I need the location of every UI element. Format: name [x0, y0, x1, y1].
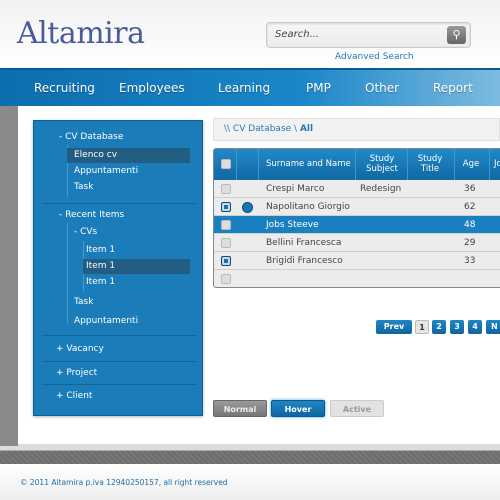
header-job[interactable]: Jo [494, 159, 500, 169]
sidebar-task[interactable]: Task [74, 182, 93, 192]
header: Altamira ⚲ Advanved Search [0, 0, 500, 68]
copyright: © 2011 Altamira p.iva 12940250157, all r… [20, 478, 228, 487]
cell-age: 29 [464, 238, 476, 248]
active-button[interactable]: Active [330, 400, 384, 417]
breadcrumb: \\ CV Database \ All [213, 118, 500, 141]
row-checkbox[interactable] [221, 256, 231, 266]
row-checkbox[interactable] [221, 274, 231, 284]
header-study-subject[interactable]: Study Subject [358, 154, 406, 174]
table-row[interactable] [214, 270, 500, 287]
sidebar-vacancy[interactable]: + Vacancy [56, 344, 104, 354]
sidebar-item-2[interactable]: Item 1 [86, 261, 115, 271]
cell-name: Bellini Francesca [266, 238, 342, 248]
row-checkbox[interactable] [221, 202, 231, 212]
table-row[interactable]: Crespi Marco Redesign 36 [214, 180, 500, 198]
table-row[interactable]: Brigidi Francesco 33 [214, 252, 500, 270]
sidebar-item-1[interactable]: Item 1 [86, 245, 115, 255]
sidebar-appuntamenti[interactable]: Appuntamenti [74, 166, 138, 176]
column-separator [355, 149, 356, 180]
sidebar-project[interactable]: + Project [56, 368, 97, 378]
cell-age: 62 [464, 202, 476, 212]
divider [42, 384, 196, 385]
sidebar-appuntamenti-2[interactable]: Appuntamenti [74, 316, 138, 326]
sidebar-cvs[interactable]: - CVs [74, 227, 97, 237]
breadcrumb-current: All [299, 124, 314, 134]
column-separator [489, 149, 490, 180]
header-name[interactable]: Surname and Name [266, 159, 351, 169]
row-checkbox[interactable] [221, 184, 231, 194]
cv-table: Surname and Name Study Subject Study Tit… [213, 148, 500, 288]
sidebar-item-3[interactable]: Item 1 [86, 277, 115, 287]
select-all-checkbox[interactable] [221, 159, 231, 169]
tree-line [67, 223, 68, 323]
row-checkbox[interactable] [221, 220, 231, 230]
breadcrumb-path[interactable]: \\ CV Database \ [224, 124, 300, 134]
nav-learning[interactable]: Learning [218, 81, 270, 95]
footer-band [0, 450, 500, 464]
search-icon: ⚲ [452, 28, 461, 41]
table-row[interactable]: Napolitano Giorgio 62 [214, 198, 500, 216]
left-strip [0, 106, 18, 446]
column-separator [454, 149, 455, 180]
table-header: Surname and Name Study Subject Study Tit… [214, 149, 500, 180]
row-radio[interactable] [242, 202, 253, 213]
cell-subject: Redesign [360, 184, 402, 194]
sidebar-client[interactable]: + Client [56, 391, 92, 401]
nav-other[interactable]: Other [365, 81, 399, 95]
page-2[interactable]: 2 [432, 320, 446, 334]
page-1[interactable]: 1 [415, 320, 429, 334]
header-age[interactable]: Age [458, 159, 484, 169]
header-study-title[interactable]: Study Title [410, 154, 450, 174]
divider [42, 203, 196, 204]
nav-employees[interactable]: Employees [119, 81, 185, 95]
footer: © 2011 Altamira p.iva 12940250157, all r… [0, 464, 500, 500]
row-checkbox[interactable] [221, 238, 231, 248]
sidebar-cv-database[interactable]: - CV Database [59, 132, 123, 142]
prev-button[interactable]: Prev [376, 320, 412, 334]
divider [42, 335, 196, 336]
logo[interactable]: Altamira [17, 16, 145, 51]
cell-age: 48 [464, 220, 476, 230]
sidebar: - CV Database Elenco cv Appuntamenti Tas… [33, 120, 203, 416]
nav-pmp[interactable]: PMP [306, 81, 331, 95]
column-separator [258, 149, 259, 180]
table-row[interactable]: Bellini Francesca 29 [214, 234, 500, 252]
divider [42, 361, 196, 362]
cell-age: 33 [464, 256, 476, 266]
column-separator [236, 149, 237, 180]
sidebar-task-2[interactable]: Task [74, 297, 93, 307]
page-4[interactable]: 4 [468, 320, 482, 334]
next-button[interactable]: N [486, 320, 500, 334]
cell-age: 36 [464, 184, 476, 194]
normal-button[interactable]: Normal [213, 400, 267, 417]
main-nav: Recruiting Employees Learning PMP Other … [0, 68, 500, 106]
cell-name: Brigidi Francesco [266, 256, 343, 266]
nav-report[interactable]: Report [433, 81, 473, 95]
advanced-search-link[interactable]: Advanved Search [335, 52, 414, 62]
hover-button[interactable]: Hover [271, 400, 325, 417]
sidebar-recent-items[interactable]: - Recent Items [59, 210, 124, 220]
cell-name: Crespi Marco [266, 184, 325, 194]
search-input[interactable] [275, 29, 435, 40]
sidebar-elenco-cv[interactable]: Elenco cv [74, 150, 117, 160]
page-3[interactable]: 3 [450, 320, 464, 334]
column-separator [407, 149, 408, 180]
search-button[interactable]: ⚲ [447, 26, 466, 44]
cell-name: Jobs Steeve [266, 220, 319, 230]
nav-recruiting[interactable]: Recruiting [34, 81, 95, 95]
search-box: ⚲ [266, 22, 471, 48]
table-row[interactable]: Jobs Steeve 48 [214, 216, 500, 234]
cell-name: Napolitano Giorgio [266, 202, 350, 212]
